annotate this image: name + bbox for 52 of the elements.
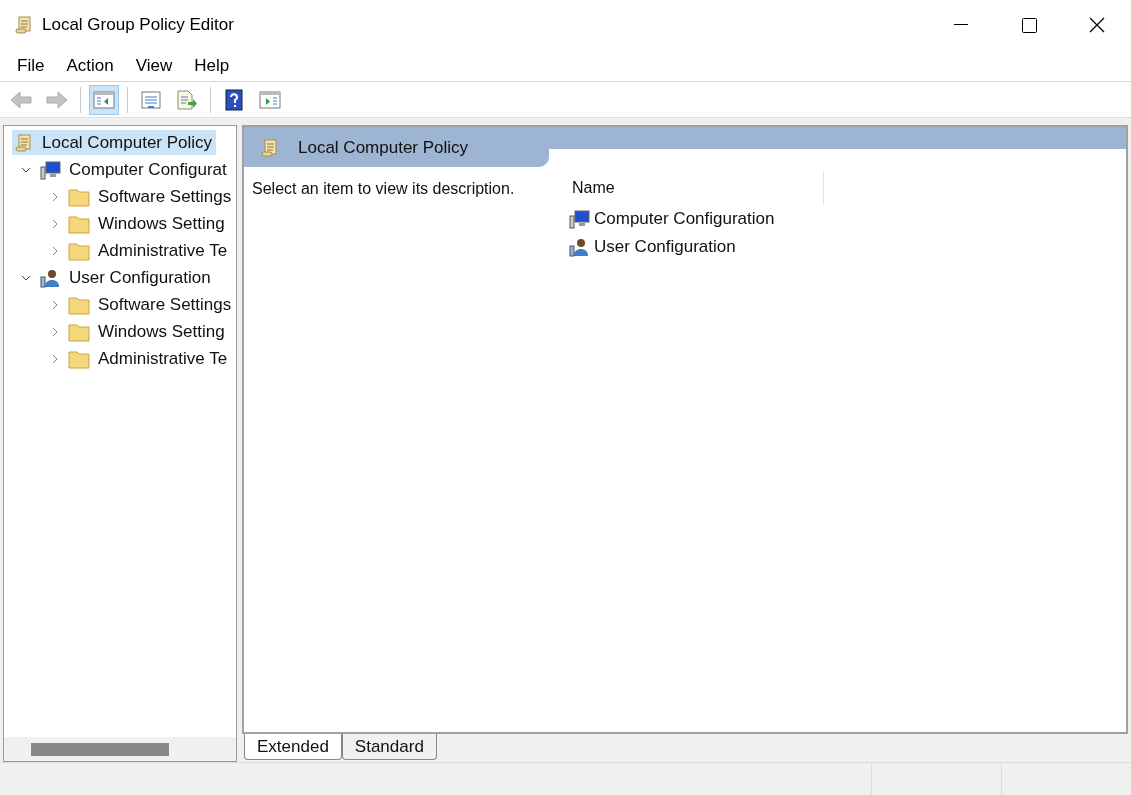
- folder-icon: [68, 321, 90, 342]
- tree-item[interactable]: Local Computer Policy: [12, 129, 217, 156]
- view-tab[interactable]: Standard: [341, 734, 437, 760]
- tree-item[interactable]: Windows Setting: [66, 210, 229, 237]
- export-list-icon: [176, 89, 198, 110]
- computer-icon: [568, 209, 590, 229]
- scrollbar-thumb[interactable]: [31, 742, 169, 756]
- user-icon: [39, 267, 61, 288]
- tree-item[interactable]: Administrative Te: [66, 237, 232, 264]
- help-icon: [224, 88, 244, 111]
- expand-chevron-icon[interactable]: [50, 191, 60, 202]
- list-item[interactable]: User Configuration: [562, 233, 824, 261]
- tree-item[interactable]: Administrative Te: [66, 345, 232, 372]
- window-title: Local Group Policy Editor: [42, 14, 234, 37]
- expand-chevron-icon[interactable]: [50, 326, 60, 337]
- properties-icon: [140, 89, 162, 110]
- tree-item[interactable]: User Configuration: [37, 264, 215, 291]
- action-pane-icon: [259, 89, 281, 110]
- back-arrow-icon: [9, 89, 33, 110]
- expand-chevron-icon[interactable]: [50, 353, 60, 364]
- folder-icon: [68, 213, 90, 234]
- tree-item[interactable]: Software Settings: [66, 291, 236, 318]
- forward-arrow-icon: [45, 89, 69, 110]
- horizontal-scrollbar[interactable]: [4, 737, 236, 761]
- folder-icon: [68, 348, 90, 369]
- user-icon: [568, 237, 590, 257]
- scroll-icon: [14, 132, 34, 153]
- tree-item[interactable]: Software Settings: [66, 183, 236, 210]
- tree-item[interactable]: Windows Setting: [66, 318, 229, 345]
- menu-item[interactable]: Action: [55, 52, 125, 79]
- list-item[interactable]: Computer Configuration: [562, 205, 824, 233]
- scroll-icon: [14, 15, 34, 35]
- minimize-icon: [954, 24, 968, 26]
- description-text: Select an item to view its description.: [252, 180, 515, 197]
- folder-icon: [68, 240, 90, 261]
- pane-header-title: Local Computer Policy: [298, 137, 469, 159]
- folder-icon: [68, 294, 90, 315]
- folder-icon: [68, 186, 90, 207]
- pane-toggle-icon: [93, 89, 115, 110]
- close-icon: [1089, 17, 1105, 33]
- maximize-icon: [1021, 17, 1037, 33]
- expand-chevron-icon[interactable]: [50, 218, 60, 229]
- column-header[interactable]: Name: [562, 171, 824, 205]
- view-tab[interactable]: Extended: [244, 734, 342, 760]
- computer-icon: [39, 159, 61, 180]
- scroll-icon: [260, 137, 280, 158]
- tree-item[interactable]: Computer Configurat: [37, 156, 231, 183]
- expand-chevron-icon[interactable]: [50, 299, 60, 310]
- expand-chevron-icon[interactable]: [50, 245, 60, 256]
- menu-item[interactable]: File: [6, 52, 56, 79]
- menu-item[interactable]: Help: [183, 52, 241, 79]
- menu-item[interactable]: View: [124, 52, 184, 79]
